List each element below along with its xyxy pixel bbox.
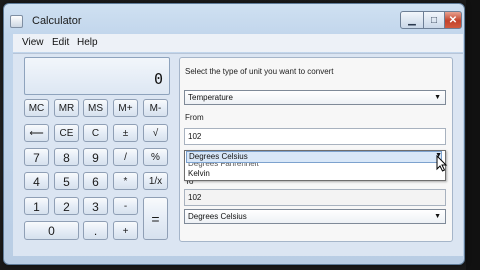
dropdown-option-celsius[interactable]: Degrees Celsius <box>186 151 442 163</box>
mouse-cursor-icon <box>436 155 448 172</box>
key-ce[interactable]: CE <box>54 124 79 142</box>
window-title: Calculator <box>32 15 82 27</box>
key-0[interactable]: 0 <box>24 221 79 240</box>
key-subtract[interactable]: - <box>113 197 138 215</box>
minimize-button[interactable]: ▁ <box>400 11 424 29</box>
display-value: 0 <box>153 70 163 88</box>
unit-type-select[interactable]: Temperature ▼ <box>184 90 446 105</box>
from-value-input[interactable]: 102 <box>184 128 446 145</box>
key-c[interactable]: C <box>83 124 108 142</box>
key-percent[interactable]: % <box>143 148 168 166</box>
key-9[interactable]: 9 <box>83 148 108 166</box>
key-5[interactable]: 5 <box>54 172 79 190</box>
key-1[interactable]: 1 <box>24 197 49 215</box>
calculator-app-icon <box>10 15 23 28</box>
key-7[interactable]: 7 <box>24 148 49 166</box>
dropdown-option-kelvin[interactable]: Kelvin <box>186 169 210 179</box>
to-value-output: 102 <box>184 189 446 206</box>
menu-view[interactable]: View <box>22 37 44 48</box>
key-3[interactable]: 3 <box>83 197 108 215</box>
key-4[interactable]: 4 <box>24 172 49 190</box>
maximize-icon: □ <box>430 15 438 26</box>
key-2[interactable]: 2 <box>54 197 79 215</box>
key-sqrt[interactable]: √ <box>143 124 168 142</box>
key-multiply[interactable]: * <box>113 172 138 190</box>
close-button[interactable]: ✕ <box>444 11 462 29</box>
conversion-instruction: Select the type of unit you want to conv… <box>185 67 334 76</box>
menu-edit[interactable]: Edit <box>52 37 69 48</box>
key-mr[interactable]: MR <box>54 99 79 117</box>
unit-type-value: Temperature <box>188 93 233 102</box>
key-decimal[interactable]: . <box>83 221 108 240</box>
key-equals[interactable]: = <box>143 197 168 240</box>
key-mc[interactable]: MC <box>24 99 49 117</box>
key-add[interactable]: + <box>113 221 138 240</box>
key-mplus[interactable]: M+ <box>113 99 138 117</box>
key-ms[interactable]: MS <box>83 99 108 117</box>
key-mminus[interactable]: M- <box>143 99 168 117</box>
key-plus-minus[interactable]: ± <box>113 124 138 142</box>
to-unit-select[interactable]: Degrees Celsius ▼ <box>184 209 446 224</box>
chevron-down-icon: ▼ <box>434 94 441 101</box>
key-reciprocal[interactable]: 1/x <box>143 172 168 190</box>
key-8[interactable]: 8 <box>54 148 79 166</box>
minimize-icon: ▁ <box>408 15 416 26</box>
desktop-edge <box>466 0 480 270</box>
key-divide[interactable]: / <box>113 148 138 166</box>
maximize-button[interactable]: □ <box>423 11 445 29</box>
key-6[interactable]: 6 <box>83 172 108 190</box>
key-backspace[interactable]: ⟵ <box>24 124 49 142</box>
menu-help[interactable]: Help <box>77 37 98 48</box>
to-unit-value: Degrees Celsius <box>188 212 247 221</box>
chevron-down-icon: ▼ <box>434 213 441 220</box>
from-label: From <box>185 113 204 122</box>
from-unit-dropdown-list[interactable]: Degrees Celsius Degrees Fahrenheit Kelvi… <box>184 150 446 181</box>
calculator-display: 0 <box>24 57 170 95</box>
close-icon: ✕ <box>448 15 458 26</box>
